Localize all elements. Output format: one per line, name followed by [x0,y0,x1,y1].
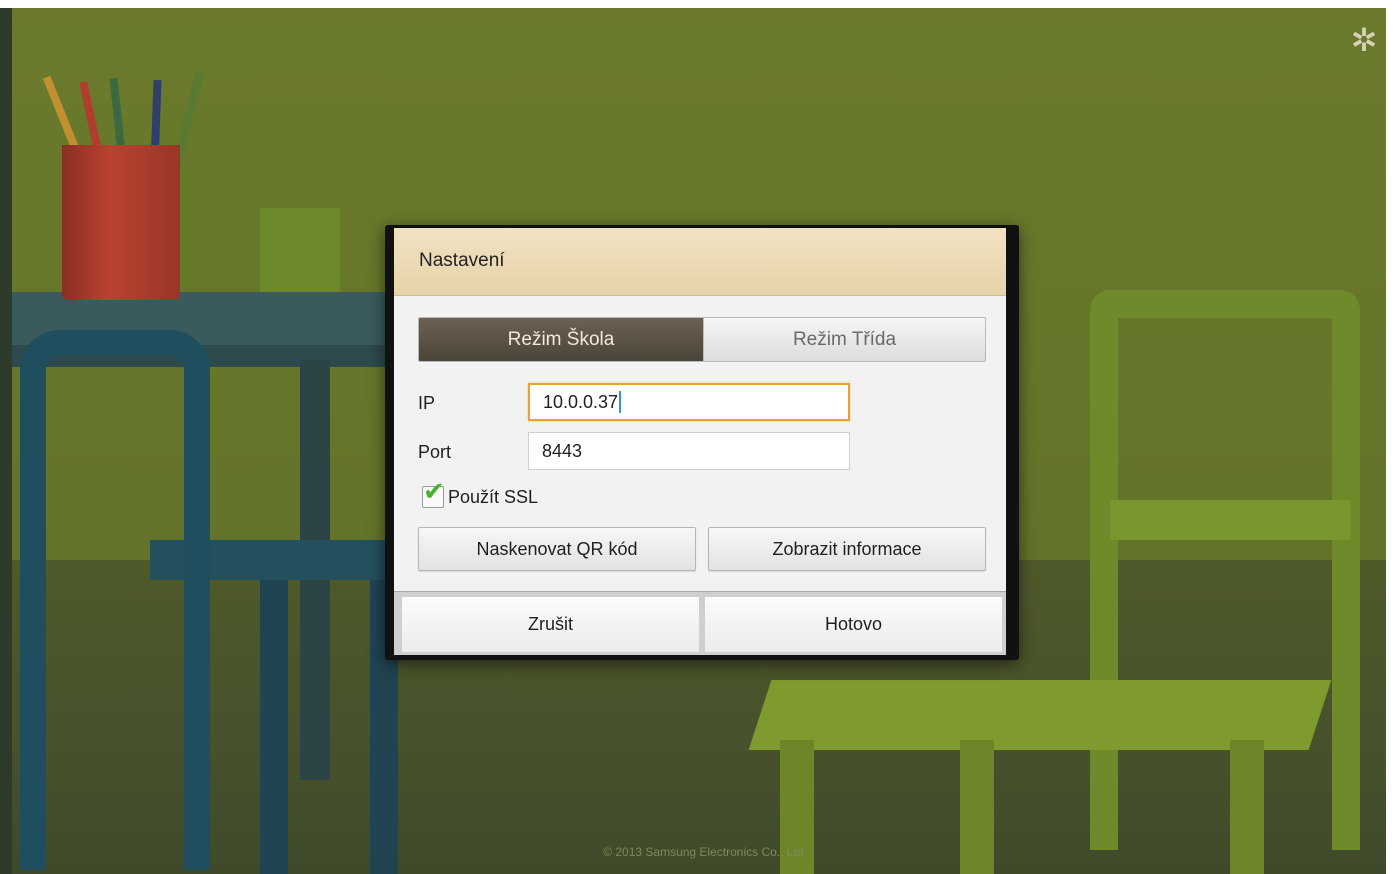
port-input[interactable]: 8443 [528,432,850,470]
checkmark-icon: ✔ [423,477,445,507]
ip-input-value: 10.0.0.37 [543,392,619,412]
copyright-text: © 2013 Samsung Electronics Co., Ltd. [603,845,807,859]
background-left-edge [0,0,12,874]
tab-class-mode[interactable]: Režim Třída [703,318,985,361]
background-top-edge [0,0,1393,8]
background-green-chair-leg [960,740,994,874]
background-blue-chair-back [20,330,210,870]
use-ssl-checkbox[interactable]: ✔ Použít SSL [422,479,539,511]
use-ssl-label: Použít SSL [448,486,539,507]
background-green-chair-leg [1230,740,1264,874]
dialog-header: Nastavení [394,228,1006,296]
ip-label: IP [418,393,436,413]
screen: ✲ © 2013 Samsung Electronics Co., Ltd. N… [0,0,1393,874]
gear-icon[interactable]: ✲ [1346,22,1382,58]
background-green-chair-rail [1110,500,1350,540]
text-caret [619,390,622,413]
background-blue-chair-leg [260,580,288,874]
ip-input[interactable]: 10.0.0.37 [528,383,850,421]
background-right-edge [1386,0,1393,874]
done-button[interactable]: Hotovo [705,597,1002,652]
checkbox-box[interactable]: ✔ [422,479,445,508]
cancel-button[interactable]: Zrušit [402,597,699,652]
settings-dialog: Nastavení Režim Škola Režim Třída IP 10.… [385,225,1019,660]
scan-qr-button[interactable]: Naskenovat QR kód [418,527,696,571]
mode-tabs: Režim Škola Režim Třída [418,317,986,362]
background-green-chair-back [1090,290,1360,850]
port-input-value: 8443 [542,441,583,461]
dialog-body: Nastavení Režim Škola Režim Třída IP 10.… [394,228,1006,655]
tab-school-mode[interactable]: Režim Škola [419,318,703,361]
dialog-footer: Zrušit Hotovo [394,591,1006,655]
show-info-button[interactable]: Zobrazit informace [708,527,986,571]
background-pencil-cup [62,145,180,300]
dialog-title: Nastavení [419,250,505,271]
port-label: Port [418,442,452,462]
